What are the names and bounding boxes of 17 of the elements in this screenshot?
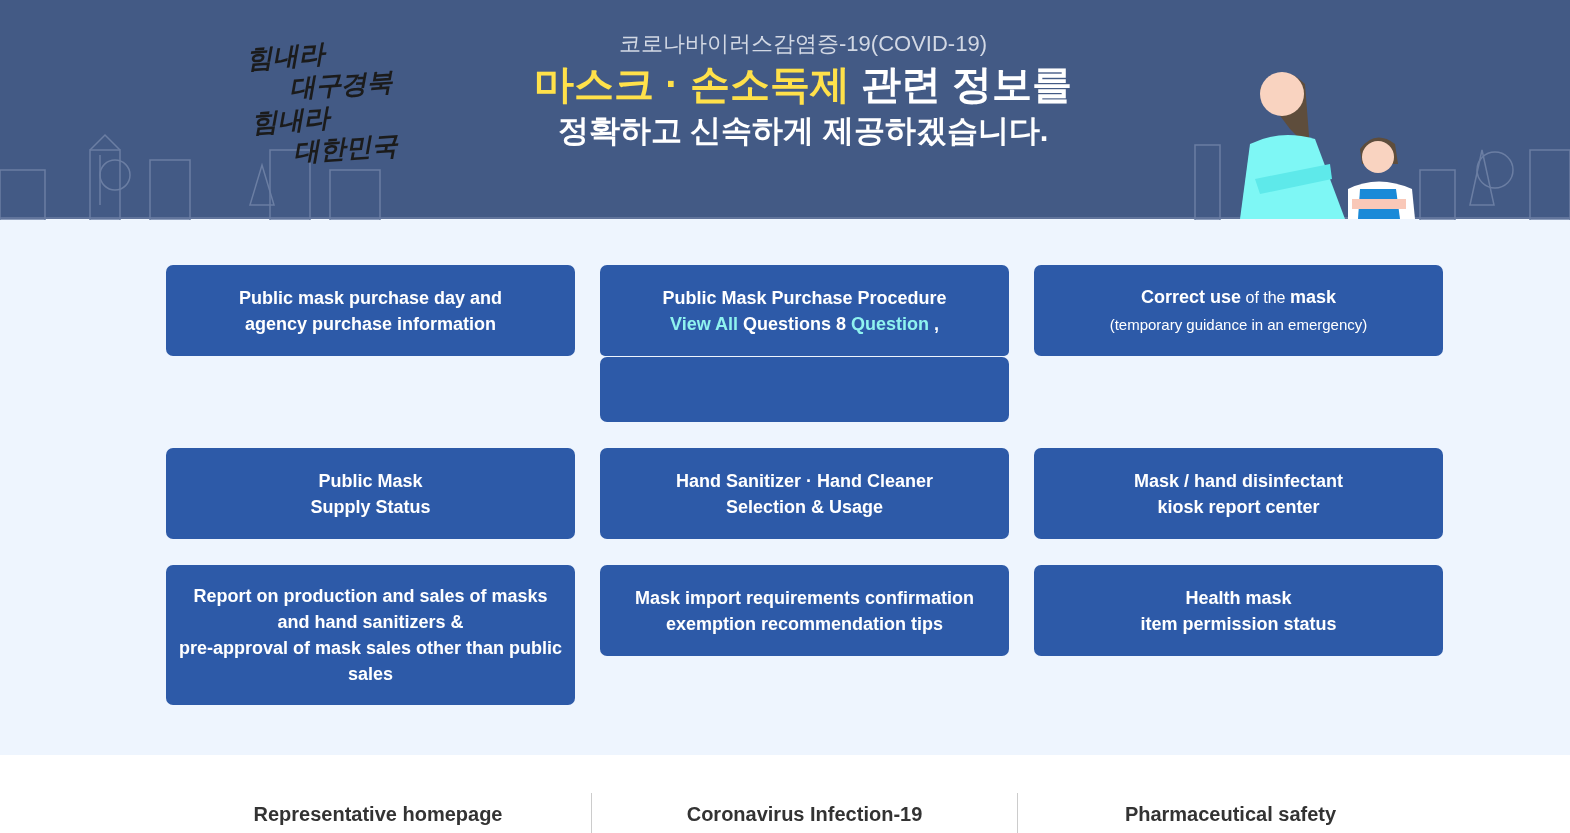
link-card[interactable]: Mask / hand disinfectant kiosk report center — [1034, 448, 1443, 539]
link-card[interactable]: Public Mask Supply Status — [166, 448, 575, 539]
link-card[interactable]: Hand Sanitizer · Hand Cleaner Selection & Usage — [600, 448, 1009, 539]
link-card[interactable]: Public mask purchase day and agency purchase information — [166, 265, 575, 356]
footer-heading: Pharmaceutical safety — [1124, 803, 1337, 825]
footer-heading: Representative homepage — [253, 803, 503, 825]
footer-heading: Coronavirus Infection-19 — [686, 803, 923, 825]
banner-subtitle: 코로나바이러스감염증-19(COVID-19) — [618, 30, 988, 58]
link-card[interactable]: Correct use of the mask (temporary guidance in an emergency) — [1034, 265, 1443, 356]
link-card[interactable]: Mask import requirements confirmation exemption recommendation tips — [600, 565, 1009, 656]
calligraphy-text: 힘내라 — [250, 101, 332, 138]
banner-tagline: 정확하고 신속하게 제공하겠습니다. — [556, 112, 1050, 150]
calligraphy-text: 힘내라 — [245, 37, 327, 75]
link-card[interactable]: Public Mask Purchase Procedure View All Questions 8 Question , — [600, 265, 1009, 356]
link-card[interactable]: Report on production and sales of masks and hand sanitizers & pre-approval of mask sales other than public sales — [166, 565, 575, 705]
banner-title: 마스크 · 손소독제 관련 정보를 — [534, 61, 1072, 108]
link-card[interactable]: Health mask item permission status — [1034, 565, 1443, 656]
